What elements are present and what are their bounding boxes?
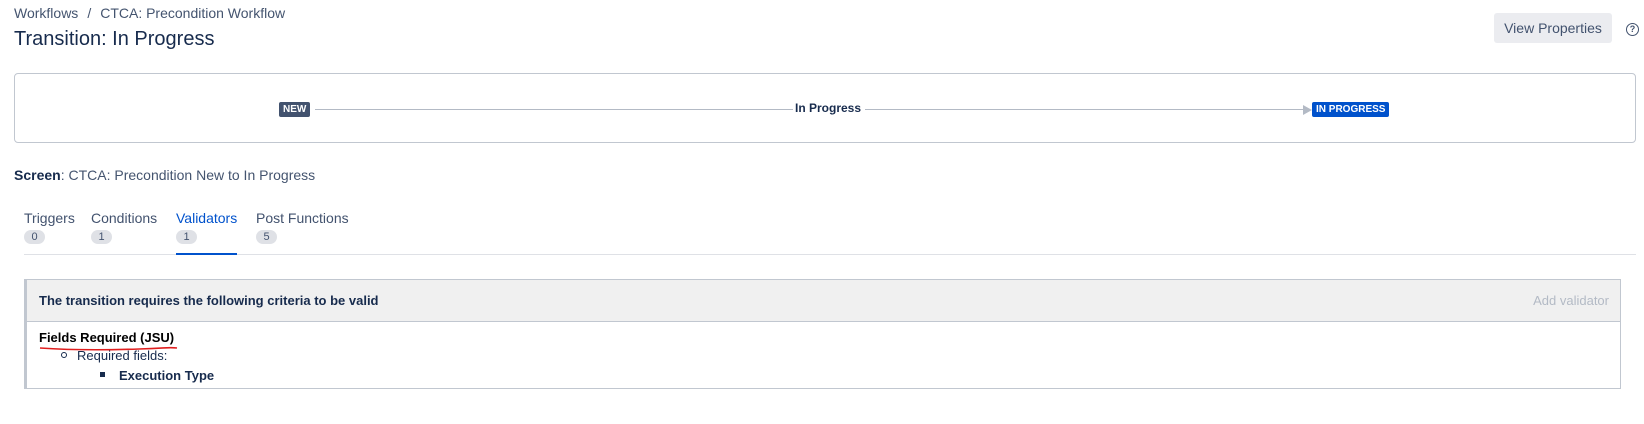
tab-post-functions[interactable]: Post Functions 5 [256,210,349,254]
tab-label: Conditions [91,210,158,226]
view-properties-button[interactable]: View Properties [1494,13,1612,43]
breadcrumb-workflow-link[interactable]: CTCA: Precondition Workflow [100,5,285,21]
transition-name: In Progress [795,101,862,115]
tab-label: Validators [176,210,238,226]
tab-triggers[interactable]: Triggers 0 [24,210,75,254]
transition-diagram: NEW In Progress IN PROGRESS [14,73,1636,143]
square-bullet-icon [100,372,105,378]
circle-bullet-icon [61,351,67,358]
transition-tabs: Triggers 0 Conditions 1 Validators 1 Pos… [24,210,1636,255]
required-field-name: Execution Type [119,368,215,383]
tab-count-badge: 0 [24,230,45,244]
tab-label: Post Functions [256,210,349,226]
required-fields-label: Required fields: [77,348,168,363]
from-status-lozenge: NEW [279,102,311,117]
tab-label: Triggers [24,210,75,226]
required-fields-item: Required fields: [61,348,167,363]
required-field-item: Execution Type [100,368,214,383]
tab-count-badge: 1 [91,230,112,244]
validators-panel-title: The transition requires the following cr… [39,293,379,308]
breadcrumb: Workflows / CTCA: Precondition Workflow [14,5,285,21]
screen-value: CTCA: Precondition New to In Progress [68,167,316,183]
question-circle-icon[interactable]: ? [1626,23,1639,36]
transition-line-left [315,109,793,110]
page-title: Transition: In Progress [14,28,215,50]
screen-info: Screen: CTCA: Precondition New to In Pro… [14,167,316,183]
screen-label: Screen [14,167,61,183]
breadcrumb-separator: / [87,5,92,21]
validators-panel: The transition requires the following cr… [24,279,1621,389]
validator-name: Fields Required (JSU) [39,330,175,345]
transition-line-right [865,109,1305,110]
tab-count-badge: 5 [256,230,277,244]
add-validator-link[interactable]: Add validator [1533,293,1609,308]
tab-conditions[interactable]: Conditions 1 [91,210,157,254]
to-status-lozenge: IN PROGRESS [1312,102,1390,117]
validators-panel-header: The transition requires the following cr… [27,280,1620,322]
breadcrumb-workflows-link[interactable]: Workflows [14,5,78,21]
tab-validators[interactable]: Validators 1 [176,210,238,255]
arrow-right-icon [1303,105,1312,115]
tab-count-badge: 1 [176,230,197,244]
